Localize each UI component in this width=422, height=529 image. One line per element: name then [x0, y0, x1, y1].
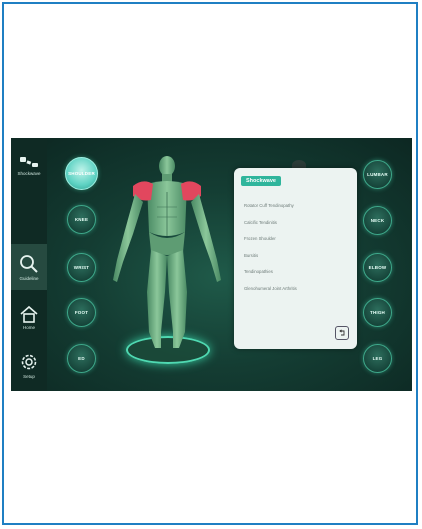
list-item[interactable]: Bursitis — [244, 248, 352, 265]
anatomy-figure — [103, 152, 231, 352]
region-neck-button[interactable]: NECK — [363, 206, 392, 235]
region-foot-button[interactable]: FOOT — [67, 298, 96, 327]
back-button[interactable] — [335, 326, 349, 340]
list-item[interactable]: Glenohumeral Joint Arthritis — [244, 281, 352, 298]
sidebar-item-label: Shockwave — [17, 170, 41, 176]
region-ed-button[interactable]: ED — [67, 344, 96, 373]
region-leg-button[interactable]: LEG — [363, 344, 392, 373]
device-screen: Shockwave Guideline Home Setup SHOULDER … — [11, 138, 412, 391]
region-knee-button[interactable]: KNEE — [67, 205, 96, 234]
sidebar: Shockwave Guideline Home Setup — [11, 138, 47, 391]
region-elbow-button[interactable]: ELBOW — [363, 253, 392, 282]
region-thigh-button[interactable]: THIGH — [363, 298, 392, 327]
sidebar-item-setup[interactable]: Setup — [11, 342, 47, 388]
list-item[interactable]: Calcific Tendinitis — [244, 215, 352, 232]
indication-list: Rotator Cuff Tendinopathy Calcific Tendi… — [244, 198, 352, 297]
gear-icon — [19, 352, 39, 372]
sidebar-item-shockwave[interactable]: Shockwave — [11, 142, 47, 188]
sidebar-item-label: Guideline — [19, 275, 39, 281]
indication-panel: Shockwave Rotator Cuff Tendinopathy Calc… — [234, 168, 357, 349]
panel-title: Shockwave — [241, 176, 281, 186]
sidebar-item-label: Home — [22, 324, 35, 330]
search-icon — [19, 254, 39, 274]
region-wrist-button[interactable]: WRIST — [67, 253, 96, 282]
sidebar-item-label: Setup — [23, 373, 35, 379]
list-item[interactable]: Rotator Cuff Tendinopathy — [244, 198, 352, 215]
list-item[interactable]: Frozen Shoulder — [244, 231, 352, 248]
sidebar-item-guideline[interactable]: Guideline — [11, 244, 47, 290]
return-icon — [338, 324, 346, 342]
sidebar-item-home[interactable]: Home — [11, 294, 47, 340]
home-icon — [19, 305, 39, 323]
region-shoulder-button[interactable]: SHOULDER — [65, 157, 98, 190]
list-item[interactable]: Tendinopathies — [244, 264, 352, 281]
shockwave-applicator-icon — [19, 155, 39, 169]
region-lumbar-button[interactable]: LUMBAR — [363, 160, 392, 189]
